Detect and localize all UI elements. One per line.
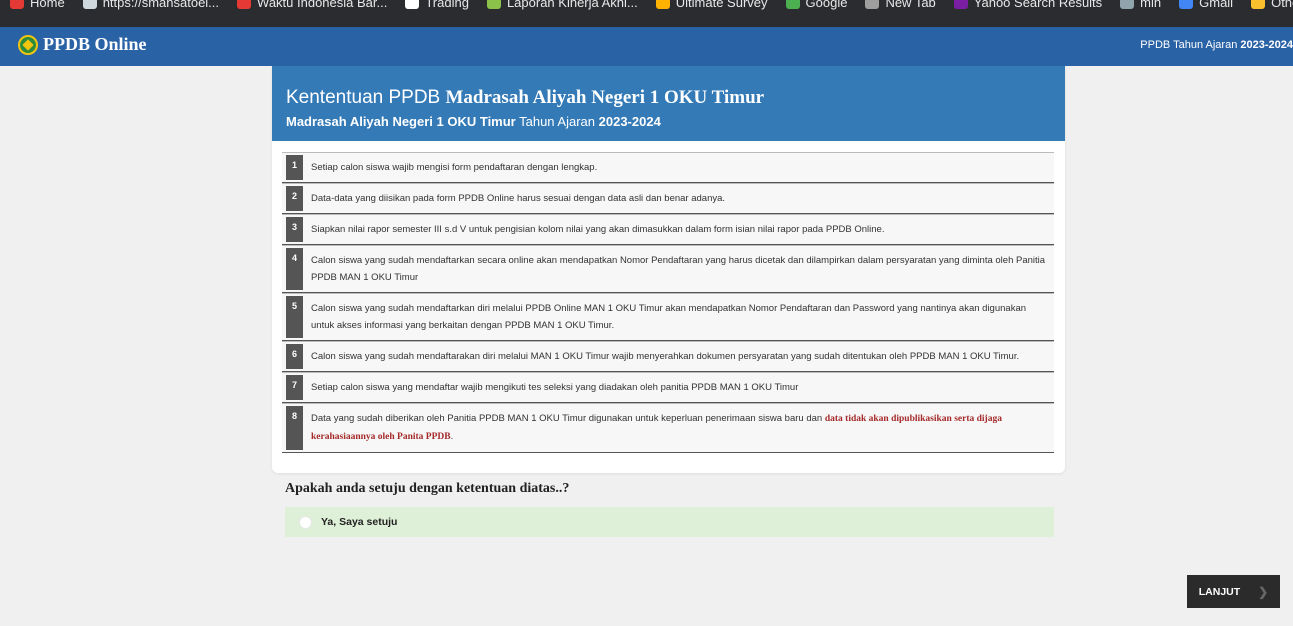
agree-label[interactable]: Ya, Saya setuju — [321, 516, 397, 528]
terms-item-number: 7 — [286, 375, 303, 400]
terms-item: 1 Setiap calon siswa wajib mengisi form p… — [282, 152, 1054, 183]
bookmark-favicon-icon — [237, 0, 252, 9]
bookmark-label: Other bookmarks — [1271, 0, 1293, 10]
bookmark-item[interactable]: Trading — [405, 0, 469, 12]
terms-item: 8 Data yang sudah diberikan oleh Panitia … — [282, 403, 1054, 453]
bookmark-favicon-icon — [1179, 0, 1194, 9]
next-button-label: LANJUT — [1198, 585, 1241, 598]
terms-item-number: 2 — [286, 186, 303, 211]
bookmark-label: Yahoo Search Results — [973, 0, 1103, 10]
bookmark-label: Waktu Indonesia Bar... — [257, 0, 388, 10]
terms-subtitle: Madrasah Aliyah Negeri 1 OKU Timur Tahun… — [286, 114, 1051, 129]
terms-title: Kententuan PPDB Madrasah Aliyah Negeri 1… — [286, 88, 1051, 108]
terms-item: 3 Siapkan nilai rapor semester III s.d V … — [282, 214, 1054, 245]
terms-item-number: 3 — [286, 217, 303, 242]
terms-item-body: Data-data yang diisikan pada form PPDB O… — [311, 193, 726, 204]
terms-item-text: Siapkan nilai rapor semester III s.d V u… — [303, 215, 890, 244]
bookmark-favicon-icon — [486, 0, 501, 9]
terms-subtitle-year: 2023-2024 — [598, 114, 661, 129]
bookmark-label: Ultimate Survey — [675, 0, 768, 10]
terms-subtitle-middle: Tahun Ajaran — [515, 114, 599, 129]
terms-item-body: Calon siswa yang sudah mendaftarkan diri… — [311, 303, 1027, 331]
terms-item-body: Setiap calon siswa wajib mengisi form pe… — [311, 162, 598, 173]
bookmark-label: Home — [30, 0, 65, 10]
bookmarks-list: Home https://smansatoel... Waktu Indonesia… — [10, 0, 1293, 12]
bookmark-label: Google — [805, 0, 848, 10]
terms-item-tail: . — [450, 431, 454, 442]
agree-radio[interactable] — [299, 515, 312, 529]
agreement-question: Apakah anda setuju dengan ketentuan diat… — [285, 481, 570, 496]
bookmark-favicon-icon — [1120, 0, 1135, 9]
terms-title-prefix: Kententuan PPDB — [286, 87, 446, 108]
bookmark-item[interactable]: mln — [1120, 0, 1161, 12]
terms-item-number: 4 — [286, 248, 303, 290]
brand-title: PPDB Online — [43, 34, 147, 54]
terms-item-body: Calon siswa yang sudah mendaftarakan dir… — [311, 351, 1020, 362]
terms-item-body: Setiap calon siswa yang mendaftar wajib … — [311, 382, 799, 393]
bookmark-item[interactable]: Waktu Indonesia Bar... — [237, 0, 387, 12]
terms-item: 2 Data-data yang diisikan pada form PPDB … — [282, 183, 1054, 214]
terms-item: 4 Calon siswa yang sudah mendaftarkan sec… — [282, 245, 1054, 293]
bookmark-favicon-icon — [655, 0, 670, 9]
terms-item-number: 5 — [286, 296, 303, 338]
bookmark-favicon-icon — [1251, 0, 1266, 9]
bookmark-label: Gmail — [1199, 0, 1234, 10]
terms-item-body: Calon siswa yang sudah mendaftarkan seca… — [311, 255, 1046, 283]
chevron-right-icon: ❯ — [1258, 584, 1269, 599]
terms-item-text: Setiap calon siswa yang mendaftar wajib … — [303, 373, 804, 402]
terms-subtitle-school: Madrasah Aliyah Negeri 1 OKU Timur — [286, 114, 516, 129]
bookmark-label: https://smansatoel... — [102, 0, 220, 10]
terms-list: 1 Setiap calon siswa wajib mengisi form p… — [282, 152, 1054, 453]
terms-item-body: Siapkan nilai rapor semester III s.d V u… — [311, 224, 885, 235]
next-button[interactable]: LANJUT ❯ — [1187, 575, 1280, 608]
terms-card: Kententuan PPDB Madrasah Aliyah Negeri 1… — [272, 66, 1065, 473]
terms-card-header: Kententuan PPDB Madrasah Aliyah Negeri 1… — [272, 66, 1065, 141]
bookmark-label: Trading — [425, 0, 469, 10]
bookmark-label: New Tab — [885, 0, 936, 10]
bookmarks-bar: Home https://smansatoel... Waktu Indonesia… — [0, 0, 1293, 27]
academic-year-prefix: PPDB Tahun Ajaran — [1140, 39, 1241, 51]
terms-item-text: Calon siswa yang sudah mendaftarkan diri… — [303, 294, 1054, 340]
terms-item-text: Calon siswa yang sudah mendaftarkan seca… — [303, 246, 1054, 292]
bookmark-favicon-icon — [10, 0, 24, 9]
bookmark-favicon-icon — [405, 0, 420, 9]
bookmark-item[interactable]: Google — [785, 0, 848, 12]
bookmark-favicon-icon — [953, 0, 968, 9]
academic-year-value: 2023-2024 — [1240, 39, 1293, 51]
terms-item: 6 Calon siswa yang sudah mendaftarakan di… — [282, 341, 1054, 372]
terms-item-number: 6 — [286, 344, 303, 369]
bookmark-item[interactable]: Ultimate Survey — [655, 0, 768, 12]
terms-item-body: Data yang sudah diberikan oleh Panitia P… — [311, 413, 825, 424]
academic-year-label: PPDB Tahun Ajaran 2023-2024 — [1140, 39, 1293, 51]
terms-item-text: Data yang sudah diberikan oleh Panitia P… — [303, 404, 1054, 452]
agree-option[interactable]: Ya, Saya setuju — [285, 507, 1054, 537]
bookmark-label: Laporan Kinerja Akhi... — [506, 0, 638, 10]
ministry-logo-icon — [18, 34, 38, 55]
bookmark-item[interactable]: Laporan Kinerja Akhi... — [486, 0, 638, 12]
terms-item-text: Data-data yang diisikan pada form PPDB O… — [303, 184, 731, 213]
bookmark-label: mln — [1140, 0, 1162, 10]
bookmark-favicon-icon — [865, 0, 880, 9]
bookmark-item[interactable]: New Tab — [865, 0, 936, 12]
bookmark-item[interactable]: Other bookmarks — [1251, 0, 1293, 12]
bookmark-item[interactable]: Home — [10, 0, 65, 12]
bookmark-item[interactable]: Gmail — [1179, 0, 1233, 12]
terms-item-text: Setiap calon siswa wajib mengisi form pe… — [303, 153, 603, 182]
brand[interactable]: PPDB Online — [18, 34, 147, 55]
terms-item-text: Calon siswa yang sudah mendaftarakan dir… — [303, 342, 1025, 371]
bookmark-item[interactable]: Yahoo Search Results — [953, 0, 1103, 12]
terms-item-number: 1 — [286, 155, 303, 180]
terms-item: 7 Setiap calon siswa yang mendaftar wajib… — [282, 372, 1054, 403]
bookmark-favicon-icon — [82, 0, 97, 9]
navbar: PPDB Online PPDB Tahun Ajaran 2023-2024 — [0, 27, 1293, 66]
terms-item-number: 8 — [286, 406, 303, 450]
terms-title-school: Madrasah Aliyah Negeri 1 OKU Timur — [445, 87, 765, 108]
bookmark-favicon-icon — [785, 0, 800, 9]
bookmark-item[interactable]: https://smansatoel... — [82, 0, 220, 12]
terms-item: 5 Calon siswa yang sudah mendaftarkan dir… — [282, 293, 1054, 341]
